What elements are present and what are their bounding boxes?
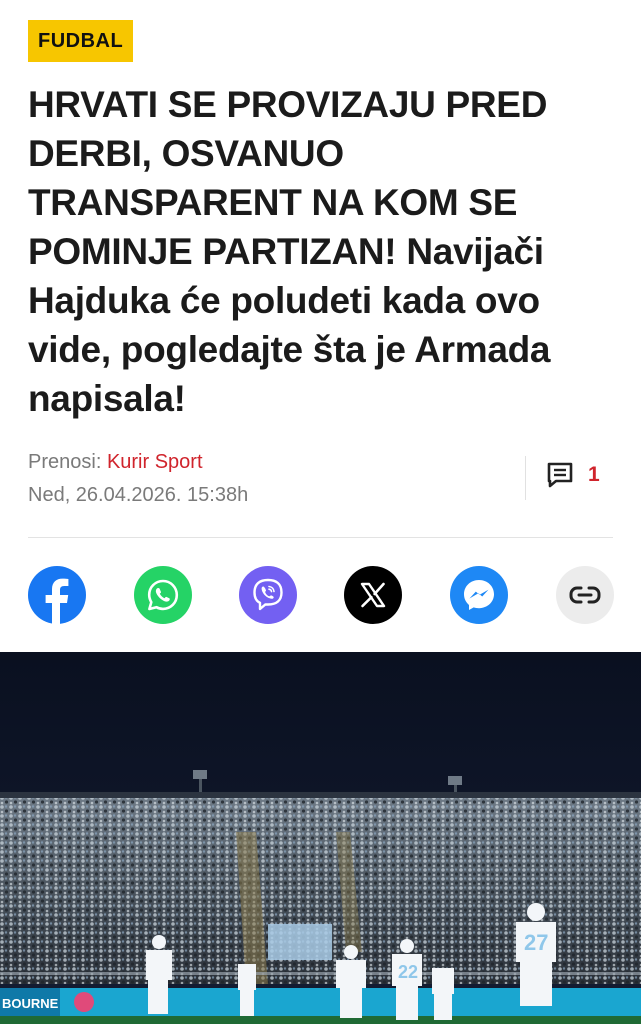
copy-link-button[interactable] <box>556 566 614 624</box>
ad-board-text: BOURNE <box>2 996 59 1011</box>
messenger-icon <box>464 580 494 610</box>
comments-button[interactable]: 1 <box>546 462 600 488</box>
share-whatsapp-button[interactable] <box>134 566 192 624</box>
meta-divider <box>525 456 526 500</box>
hero-image[interactable]: BOURNE 22 27 <box>0 652 641 1024</box>
share-messenger-button[interactable] <box>450 566 508 624</box>
player-number-27: 27 <box>524 930 548 955</box>
x-icon <box>360 582 386 608</box>
source-line: Prenosi: Kurir Sport <box>28 448 248 476</box>
whatsapp-icon <box>147 579 179 611</box>
share-facebook-button[interactable] <box>28 566 86 624</box>
comment-icon <box>547 462 573 488</box>
article-meta: Prenosi: Kurir Sport Ned, 26.04.2026. 15… <box>28 448 248 509</box>
publish-date: Ned, 26.04.2026. 15:38h <box>28 484 249 506</box>
player-number-22: 22 <box>398 962 418 982</box>
viber-icon <box>253 578 283 611</box>
section-divider <box>28 537 613 538</box>
facebook-icon <box>45 578 69 624</box>
share-x-button[interactable] <box>344 566 402 624</box>
link-icon <box>569 586 601 604</box>
comment-count: 1 <box>588 463 600 486</box>
article-page: FUDBAL HRVATI SE PROVIZAJU PRED DERBI, O… <box>0 0 641 1024</box>
source-label: Prenosi: <box>28 451 102 473</box>
article-headline: HRVATI SE PROVIZAJU PRED DERBI, OSVANUO … <box>28 84 551 419</box>
source-link[interactable]: Kurir Sport <box>107 451 203 473</box>
share-bar <box>28 566 614 624</box>
category-badge[interactable]: FUDBAL <box>28 20 134 62</box>
stadium-photo: BOURNE 22 27 <box>0 652 641 1024</box>
share-viber-button[interactable] <box>239 566 297 624</box>
